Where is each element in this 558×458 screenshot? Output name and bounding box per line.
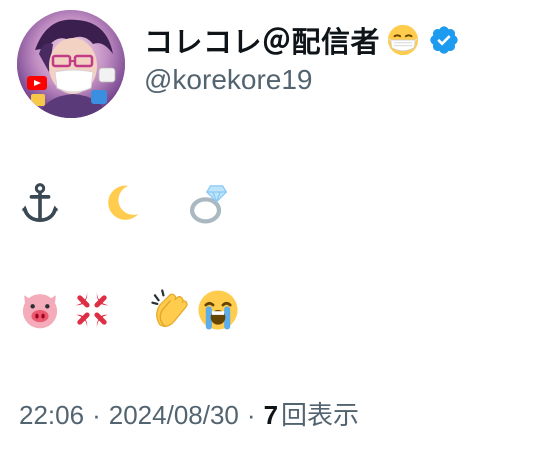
face-with-medical-mask-icon bbox=[386, 23, 420, 57]
pig-face-icon bbox=[18, 288, 62, 332]
meta-separator: · bbox=[92, 400, 101, 430]
avatar-illustration bbox=[17, 10, 125, 118]
tweet-text-line-2 bbox=[18, 288, 240, 332]
tweet-card: コレコレ＠配信者 @korekore19 22:06 · 2024/08/30 … bbox=[0, 0, 558, 458]
anger-symbol-icon bbox=[70, 288, 114, 332]
views-label: 回表示 bbox=[281, 401, 360, 431]
tweet-date[interactable]: 2024/08/30 bbox=[109, 400, 239, 431]
verified-badge-icon[interactable] bbox=[428, 24, 460, 56]
loudly-crying-face-icon bbox=[196, 288, 240, 332]
meta-separator: · bbox=[246, 400, 256, 430]
ring-icon bbox=[186, 181, 230, 225]
tweet-time[interactable]: 22:06 bbox=[19, 400, 84, 431]
views-count[interactable]: 7 bbox=[264, 400, 278, 431]
display-name[interactable]: コレコレ＠配信者 bbox=[144, 19, 380, 61]
tweet-header: コレコレ＠配信者 @korekore19 bbox=[144, 20, 460, 96]
crescent-moon-icon bbox=[104, 181, 148, 225]
name-row: コレコレ＠配信者 bbox=[144, 20, 460, 60]
user-handle[interactable]: @korekore19 bbox=[144, 64, 460, 96]
tweet-text-line-1 bbox=[18, 181, 230, 225]
tweet-meta: 22:06 · 2024/08/30 · 7 回表示 bbox=[19, 395, 359, 432]
clapping-hands-icon bbox=[150, 288, 194, 332]
avatar[interactable] bbox=[17, 10, 125, 118]
anchor-icon bbox=[18, 181, 62, 225]
